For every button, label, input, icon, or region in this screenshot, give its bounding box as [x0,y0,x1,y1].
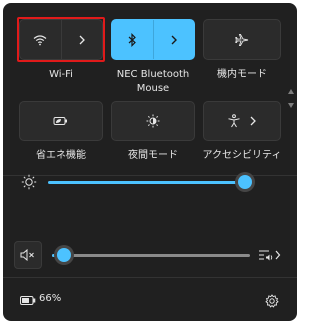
brightness-icon [21,174,37,190]
chevron-right-icon [250,116,256,126]
bluetooth-label: NEC Bluetooth Mouse [116,69,190,94]
night-light-icon [146,114,160,128]
gear-icon [265,294,279,308]
section-divider [3,175,297,176]
scroll-up-arrow[interactable] [288,89,294,94]
night-light-tile[interactable] [111,101,195,141]
brightness-slider-fill [48,181,243,184]
airplane-icon [235,33,249,46]
settings-button[interactable] [265,293,281,309]
energy-saver-label: 省エネ機能 [36,150,86,161]
chevron-right-icon [275,250,281,260]
footer-divider [3,277,297,278]
accessibility-tile[interactable] [203,101,281,141]
quick-settings-panel: Wi-Fi NEC Bluetooth Mouse 機内モード 省エネ機能 夜間… [3,3,297,321]
scroll-down-arrow[interactable] [288,103,294,108]
battery-icon [20,296,36,305]
mute-button[interactable] [14,241,42,269]
bluetooth-icon [128,32,137,47]
accessibility-icon [228,114,240,128]
bluetooth-toggle-button[interactable] [112,20,153,59]
energy-saver-icon [53,117,67,125]
brightness-slider-thumb[interactable] [238,175,252,189]
battery-percentage: 66% [39,293,62,304]
airplane-mode-label: 機内モード [217,69,267,80]
bluetooth-expand-button[interactable] [154,20,195,59]
speaker-muted-icon [20,249,34,261]
volume-slider-thumb[interactable] [57,248,71,262]
audio-output-icon [259,250,273,261]
night-light-label: 夜間モード [128,150,178,161]
accessibility-label: アクセシビリティ [202,150,282,161]
chevron-right-icon [171,35,177,44]
energy-saver-tile[interactable] [19,101,103,141]
audio-output-button[interactable] [258,246,286,264]
airplane-mode-tile[interactable] [203,19,281,60]
wifi-tile-highlight [17,17,105,62]
bluetooth-tile [111,19,195,60]
volume-slider-track [52,254,250,257]
wifi-label: Wi-Fi [49,69,73,80]
